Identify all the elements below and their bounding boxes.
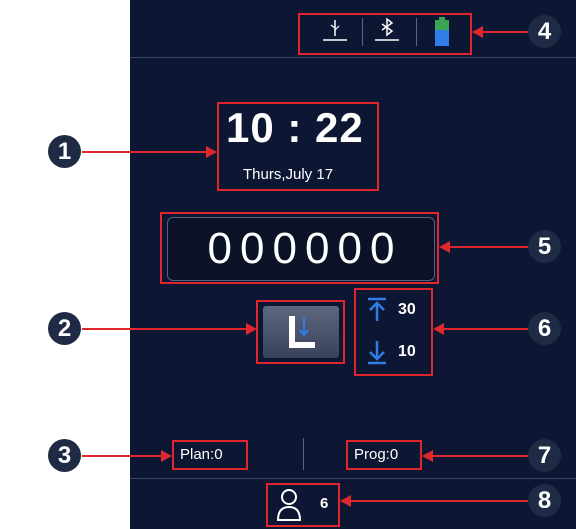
callout-2: 2: [48, 312, 81, 345]
callout-2-arrow: [82, 328, 247, 330]
user-icon[interactable]: [276, 488, 302, 522]
counter-digit: 0: [272, 224, 297, 273]
counter-digit: 0: [337, 224, 362, 273]
counter-digit: 0: [240, 224, 265, 273]
callout-5: 5: [528, 230, 561, 263]
needle-down-icon: [366, 339, 388, 365]
counter-digit: 0: [305, 224, 330, 273]
callout-4-arrow: [482, 31, 528, 33]
callout-1-arrow: [82, 151, 207, 153]
counter-digit: 0: [207, 224, 233, 273]
needle-down-value[interactable]: 10: [398, 343, 416, 361]
callout-5-arrow: [449, 246, 528, 248]
bluetooth-icon[interactable]: [372, 16, 402, 44]
callout-8: 8: [528, 484, 561, 517]
callout-4: 4: [528, 15, 561, 48]
callout-7-arrow: [432, 455, 528, 457]
user-count: 6: [320, 495, 329, 512]
battery-icon: [434, 17, 450, 47]
needle-up-icon: [366, 297, 388, 323]
footer-divider: [130, 478, 576, 479]
callout-6-arrow: [443, 328, 528, 330]
prog-label[interactable]: Prog:0: [354, 446, 398, 463]
needle-up-value[interactable]: 30: [398, 301, 416, 319]
clock-date: Thurs,July 17: [243, 166, 334, 183]
clock-time: 10 : 22: [226, 104, 364, 151]
callout-1-arrowhead: [206, 146, 217, 158]
callout-1: 1: [48, 135, 81, 168]
callout-3-arrowhead: [161, 450, 172, 462]
footer-separator: [303, 438, 304, 470]
counter-digit: 0: [369, 224, 395, 273]
presser-foot-icon: [285, 314, 317, 350]
status-separator: [362, 18, 363, 46]
status-separator: [416, 18, 417, 46]
callout-3-arrow: [82, 455, 162, 457]
stitch-counter[interactable]: 0 0 0 0 0 0: [167, 217, 435, 281]
callout-2-arrowhead: [246, 323, 257, 335]
header-divider: [130, 57, 576, 58]
callout-3: 3: [48, 439, 81, 472]
callout-7: 7: [528, 439, 561, 472]
callout-8-arrow: [350, 500, 528, 502]
callout-6: 6: [528, 312, 561, 345]
plan-label[interactable]: Plan:0: [180, 446, 223, 463]
usb-icon[interactable]: [320, 16, 350, 44]
presser-foot-button[interactable]: [263, 306, 339, 358]
